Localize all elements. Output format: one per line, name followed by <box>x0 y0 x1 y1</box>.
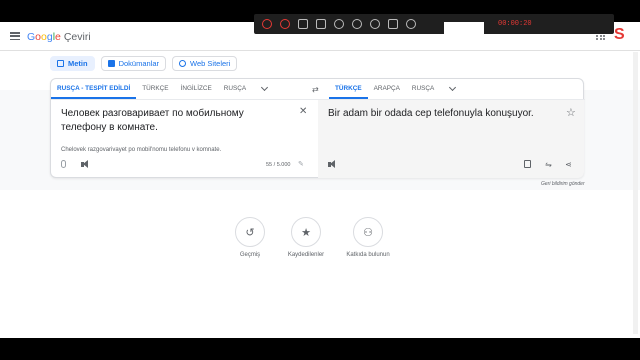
screen-icon[interactable] <box>316 19 326 29</box>
send-feedback-link[interactable]: Geri bildirim gönder <box>541 181 585 187</box>
chevron-down-icon[interactable] <box>261 83 269 92</box>
bottom-black-strip <box>0 338 640 360</box>
target-lang-turkish[interactable]: TÜRKÇE <box>329 79 368 99</box>
pen-icon[interactable] <box>352 19 362 29</box>
source-lang-turkish[interactable]: TÜRKÇE <box>136 79 174 99</box>
zoom-icon[interactable] <box>334 19 344 29</box>
source-lang-english[interactable]: İNGİLİZCE <box>175 79 218 99</box>
google-translate-logo[interactable]: Google Çeviri <box>27 31 91 43</box>
star-icon: ★ <box>301 226 311 239</box>
source-text-input[interactable]: Человек разговаривает по мобильному теле… <box>61 107 281 135</box>
source-lang-detected[interactable]: RUSÇA - TESPİT EDİLDİ <box>51 79 137 99</box>
saved-label: Kaydedilenler <box>287 252 325 258</box>
recorder-s-icon: S <box>614 26 625 43</box>
target-panel: Bir adam bir odada cep telefonuyla konuş… <box>318 100 584 178</box>
mode-websites-button[interactable]: Web Siteleri <box>172 56 238 71</box>
stop-icon[interactable] <box>280 19 290 29</box>
copy-icon[interactable] <box>524 160 531 168</box>
share-icon[interactable]: ⋖ <box>564 160 573 169</box>
webcam-icon[interactable] <box>388 19 398 29</box>
hamburger-menu-icon[interactable] <box>10 32 20 40</box>
swap-languages-icon[interactable]: ⇄ <box>312 85 319 94</box>
mode-bar: Metin Dokümanlar Web Siteleri <box>50 56 238 71</box>
microphone-icon[interactable] <box>61 160 66 168</box>
target-lang-arabic[interactable]: ARAPÇA <box>368 79 406 99</box>
target-language-bar: TÜRKÇE ARAPÇA RUSÇA <box>329 79 457 99</box>
source-lang-russian[interactable]: RUSÇA <box>218 79 252 99</box>
target-lang-russian[interactable]: RUSÇA <box>406 79 440 99</box>
chevron-down-icon[interactable] <box>449 83 457 92</box>
star-icon[interactable]: ☆ <box>566 106 576 119</box>
contribute-icon: ⚇ <box>363 226 373 239</box>
mode-websites-label: Web Siteleri <box>190 59 231 68</box>
mode-documents-label: Dokümanlar <box>118 59 160 68</box>
source-language-bar: RUSÇA - TESPİT EDİLDİ TÜRKÇE İNGİLİZCE R… <box>51 79 269 99</box>
source-panel: Человек разговаривает по мобильному теле… <box>51 100 318 178</box>
translation-card: RUSÇA - TESPİT EDİLDİ TÜRKÇE İNGİLİZCE R… <box>50 78 585 178</box>
transliteration-text: Chelovek razgovarivayet po mobil'nomu te… <box>61 147 222 153</box>
pencil-icon[interactable]: ✎ <box>298 160 304 168</box>
globe-icon <box>179 60 187 67</box>
logo-product: Çeviri <box>63 31 91 43</box>
screen-recorder-toolbar <box>254 14 614 34</box>
translated-text: Bir adam bir odada cep telefonuyla konuş… <box>328 108 534 119</box>
camera-icon[interactable] <box>298 19 308 29</box>
mode-documents-button[interactable]: Dokümanlar <box>100 56 167 71</box>
rate-translation-icon[interactable]: ⇋ <box>544 160 553 169</box>
char-count: 55 / 5.000 <box>266 162 291 168</box>
translate-page: Google Çeviri S Metin Dokümanlar Web Sit… <box>0 0 640 338</box>
mode-text-button[interactable]: Metin <box>50 56 95 71</box>
record-icon[interactable] <box>262 19 272 29</box>
text-icon <box>57 60 64 67</box>
document-icon <box>107 60 115 67</box>
target-speaker-icon[interactable] <box>328 160 337 169</box>
scrollbar[interactable] <box>633 52 638 334</box>
contribute-button[interactable]: ⚇ <box>353 217 383 247</box>
history-icon: ↺ <box>245 226 255 239</box>
clear-icon[interactable]: ✕ <box>299 106 307 117</box>
contribute-label: Katkıda bulunun <box>346 252 390 258</box>
mode-text-label: Metin <box>68 59 88 68</box>
cursor-icon[interactable] <box>370 19 380 29</box>
history-button[interactable]: ↺ <box>235 217 265 247</box>
header-divider <box>0 50 640 51</box>
recorder-blank-field <box>444 22 484 34</box>
source-speaker-icon[interactable] <box>81 160 90 169</box>
saved-button[interactable]: ★ <box>291 217 321 247</box>
eye-icon[interactable] <box>406 19 416 29</box>
recorder-time: 00:00:20 <box>498 20 532 28</box>
